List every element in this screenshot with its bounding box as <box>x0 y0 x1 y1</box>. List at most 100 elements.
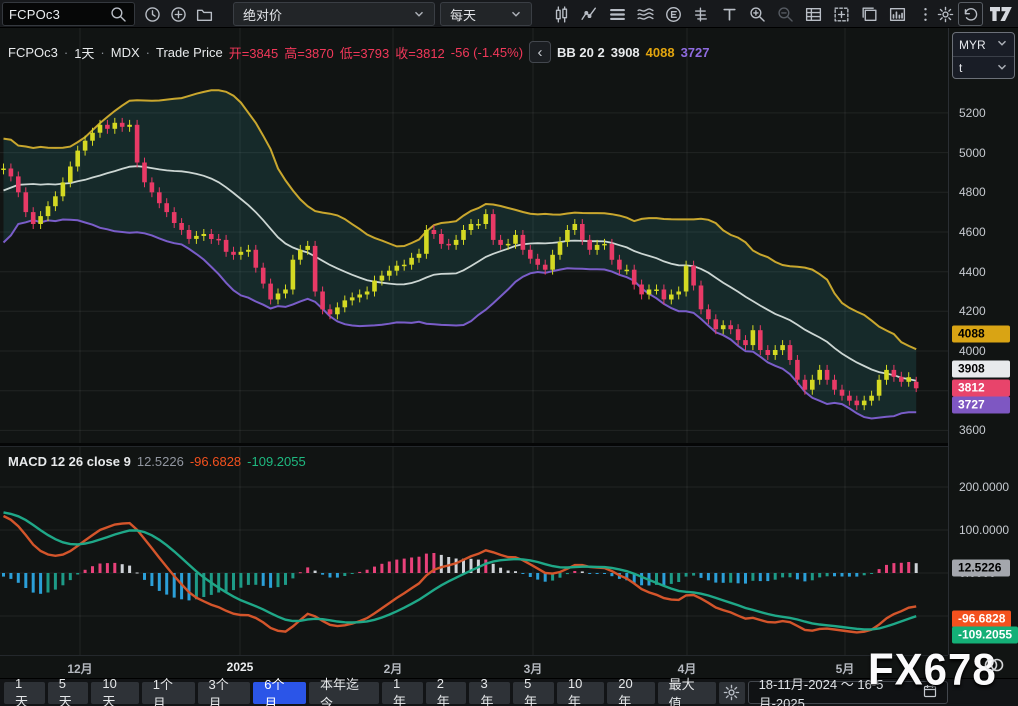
price-axis-label: 5200 <box>959 106 986 120</box>
price-axis-label: 5000 <box>959 146 986 160</box>
clock-icon[interactable] <box>140 2 165 26</box>
zoom-in-icon[interactable] <box>745 2 770 26</box>
screenshot-icon[interactable] <box>829 2 854 26</box>
macd-legend-title[interactable]: MACD 12 26 close 9 <box>8 454 131 469</box>
legend-exchange: MDX <box>111 45 140 60</box>
symbol-value: FCPOc3 <box>9 7 109 22</box>
chart-application: FCPOc3 绝对价 每天 FCPOc3 · 1天 · MDX · Trade … <box>0 0 1018 706</box>
measure-icon[interactable] <box>689 2 714 26</box>
panel-chart-icon[interactable] <box>885 2 910 26</box>
price-axis-label: 4400 <box>959 265 986 279</box>
chevron-down-icon <box>996 37 1008 52</box>
range-button-10天[interactable]: 10天 <box>91 682 138 704</box>
range-button-3个月[interactable]: 3个月 <box>198 682 251 704</box>
legend-collapse-button[interactable]: ‹ <box>529 41 551 63</box>
range-button-1个月[interactable]: 1个月 <box>142 682 195 704</box>
currency-value: MYR <box>959 38 986 52</box>
top-toolbar: FCPOc3 绝对价 每天 <box>0 0 1018 28</box>
last-price-badge: 3812 <box>952 380 1010 397</box>
range-button-3年[interactable]: 3年 <box>469 682 510 704</box>
chart-area[interactable]: FCPOc3 · 1天 · MDX · Trade Price 开=3845 高… <box>0 28 948 655</box>
waves-icon[interactable] <box>633 2 658 26</box>
search-icon <box>109 5 128 24</box>
tv-logo-icon[interactable] <box>988 2 1013 26</box>
price-type-dropdown[interactable]: 绝对价 <box>233 2 435 26</box>
legend-change: -56 (-1.45%) <box>451 45 523 60</box>
legend-price-type: Trade Price <box>156 45 223 60</box>
legend-interval[interactable]: 1天 <box>74 43 94 62</box>
legend-high: 高=3870 <box>284 43 334 62</box>
bottom-toolbar: 1天5天10天1个月3个月6个月本年迄今1年2年3年5年10年20年最大值 18-… <box>0 678 1018 706</box>
macd-hist-value: 12.5226 <box>137 454 184 469</box>
indicator-icon[interactable] <box>577 2 602 26</box>
macd-indicator-chart[interactable] <box>0 447 948 655</box>
range-button-1天[interactable]: 1天 <box>4 682 45 704</box>
range-button-2年[interactable]: 2年 <box>426 682 467 704</box>
time-axis-label: 3月 <box>524 660 543 677</box>
time-axis-label: 12月 <box>67 660 92 677</box>
bb-upper-value: 4088 <box>646 45 675 60</box>
bb-upper-badge: 4088 <box>952 325 1010 342</box>
interval-value: 每天 <box>450 5 476 24</box>
time-axis-label: 2025 <box>227 660 254 674</box>
price-axis-label: 3600 <box>959 423 986 437</box>
bb-basis-badge: 3908 <box>952 361 1010 378</box>
gear-icon[interactable] <box>933 2 958 26</box>
economy-icon[interactable] <box>661 2 686 26</box>
unit-value: t <box>959 61 962 75</box>
legend-low: 低=3793 <box>340 43 390 62</box>
interval-dropdown[interactable]: 每天 <box>440 2 532 26</box>
price-axis-label: 4200 <box>959 304 986 318</box>
range-button-20年[interactable]: 20年 <box>607 682 654 704</box>
range-button-10年[interactable]: 10年 <box>557 682 604 704</box>
fx678-logo-mark <box>983 654 1005 676</box>
table-icon[interactable] <box>801 2 826 26</box>
chevron-down-icon <box>510 8 522 20</box>
range-button-5天[interactable]: 5天 <box>48 682 89 704</box>
bb-legend-title[interactable]: BB 20 2 <box>557 45 605 60</box>
legend-open: 开=3845 <box>229 43 279 62</box>
bb-lower-value: 3727 <box>681 45 710 60</box>
range-settings-icon[interactable] <box>719 682 745 704</box>
main-price-chart[interactable] <box>0 28 948 443</box>
bb-basis-value: 3908 <box>611 45 640 60</box>
range-button-1年[interactable]: 1年 <box>382 682 423 704</box>
bb-lower-badge: 3727 <box>952 397 1010 414</box>
layout-icon[interactable] <box>857 2 882 26</box>
date-range-picker[interactable]: 18-11月-2024 ～ 16-5月-2025 <box>748 681 948 704</box>
range-button-6个月[interactable]: 6个月 <box>253 682 306 704</box>
price-axis-label: 4800 <box>959 185 986 199</box>
range-button-最大值[interactable]: 最大值 <box>658 682 716 704</box>
date-range-text: 18-11月-2024 ～ 16-5月-2025 <box>759 674 915 706</box>
symbol-search-input[interactable]: FCPOc3 <box>2 2 135 26</box>
unit-selector[interactable]: t <box>953 56 1014 79</box>
macd-signal-badge: -109.2055 <box>952 626 1018 643</box>
chevron-down-icon <box>413 8 425 20</box>
price-axis[interactable]: MYR t 5200 5000 4800 4600 4400 4200 4000 3600 40… <box>948 28 1018 655</box>
macd-hist-badge: 12.5226 <box>952 559 1010 576</box>
range-button-本年迄今[interactable]: 本年迄今 <box>309 682 379 704</box>
chevron-down-icon <box>996 61 1008 76</box>
layers-icon[interactable] <box>605 2 630 26</box>
plus-circle-icon[interactable] <box>166 2 191 26</box>
candles-icon[interactable] <box>549 2 574 26</box>
macd-line-badge: -96.6828 <box>952 610 1011 627</box>
price-axis-label: 4000 <box>959 344 986 358</box>
folder-icon[interactable] <box>192 2 217 26</box>
legend-close: 收=3812 <box>395 43 445 62</box>
currency-unit-selector[interactable]: MYR t <box>952 32 1015 79</box>
calendar-icon <box>923 684 937 701</box>
price-axis-label: 4600 <box>959 225 986 239</box>
main-legend: FCPOc3 · 1天 · MDX · Trade Price 开=3845 高… <box>8 41 710 63</box>
macd-axis-label: 100.0000 <box>959 523 1009 537</box>
legend-symbol[interactable]: FCPOc3 <box>8 45 58 60</box>
text-icon[interactable] <box>717 2 742 26</box>
zoom-out-icon[interactable] <box>773 2 798 26</box>
macd-legend: MACD 12 26 close 9 12.5226 -96.6828 -109… <box>8 454 306 469</box>
undo-icon[interactable] <box>958 2 983 26</box>
price-type-value: 绝对价 <box>243 5 282 24</box>
macd-line-value: -96.6828 <box>190 454 241 469</box>
macd-axis-label: 200.0000 <box>959 480 1009 494</box>
currency-selector[interactable]: MYR <box>953 33 1014 56</box>
range-button-5年[interactable]: 5年 <box>513 682 554 704</box>
